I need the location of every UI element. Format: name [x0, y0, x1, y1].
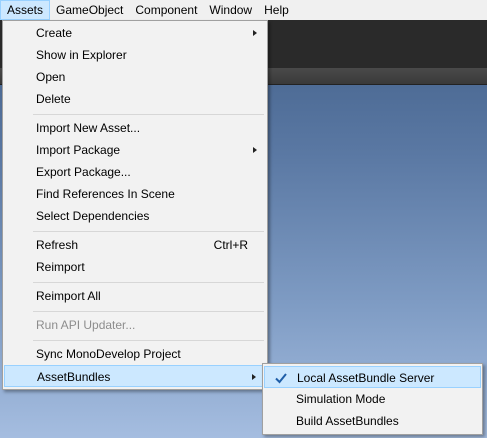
menu-separator: [33, 114, 264, 115]
checkmark-icon: [275, 373, 287, 384]
submenu-arrow-icon: [253, 147, 257, 153]
menu-item-select-dependencies[interactable]: Select Dependencies: [4, 205, 266, 227]
menu-item-label: Import New Asset...: [36, 121, 141, 135]
menu-bar: Assets GameObject Component Window Help: [0, 0, 487, 21]
assetbundles-submenu: Local AssetBundle Server Simulation Mode…: [262, 363, 483, 435]
menu-separator: [33, 340, 264, 341]
menu-item-import-package[interactable]: Import Package: [4, 139, 266, 161]
submenu-arrow-icon: [252, 374, 256, 380]
menu-item-find-references[interactable]: Find References In Scene: [4, 183, 266, 205]
menu-item-label: Create: [36, 26, 73, 40]
menu-item-reimport-all[interactable]: Reimport All: [4, 285, 266, 307]
menu-item-label: Select Dependencies: [36, 209, 150, 223]
menu-gameobject[interactable]: GameObject: [50, 0, 129, 20]
menu-window[interactable]: Window: [203, 0, 258, 20]
menu-item-build-assetbundles[interactable]: Build AssetBundles: [264, 410, 481, 432]
menu-item-label: Run API Updater...: [36, 318, 136, 332]
menu-item-label: Refresh: [36, 238, 79, 252]
menu-item-label: Export Package...: [36, 165, 131, 179]
menu-item-assetbundles[interactable]: AssetBundles: [4, 365, 266, 387]
menu-item-import-new-asset[interactable]: Import New Asset...: [4, 117, 266, 139]
menu-item-label: Local AssetBundle Server: [297, 371, 435, 385]
menu-item-delete[interactable]: Delete: [4, 88, 266, 110]
menu-item-shortcut: Ctrl+R: [213, 238, 248, 252]
menu-item-label: Show in Explorer: [36, 48, 127, 62]
menu-separator: [33, 231, 264, 232]
menu-item-label: Reimport: [36, 260, 85, 274]
menu-separator: [33, 311, 264, 312]
menu-item-local-assetbundle-server[interactable]: Local AssetBundle Server: [264, 366, 481, 388]
submenu-arrow-icon: [253, 30, 257, 36]
menu-item-run-api-updater: Run API Updater...: [4, 314, 266, 336]
menu-item-label: Open: [36, 70, 66, 84]
menu-item-refresh[interactable]: Refresh Ctrl+R: [4, 234, 266, 256]
menu-item-label: Simulation Mode: [296, 392, 386, 406]
menu-item-create[interactable]: Create: [4, 22, 266, 44]
menu-item-label: Delete: [36, 92, 71, 106]
menu-item-label: Build AssetBundles: [296, 414, 399, 428]
menu-item-label: Reimport All: [36, 289, 101, 303]
menu-item-reimport[interactable]: Reimport: [4, 256, 266, 278]
assets-dropdown-menu: Create Show in Explorer Open Delete Impo…: [2, 20, 268, 390]
menu-item-label: AssetBundles: [37, 370, 111, 384]
menu-item-sync-monodevelop[interactable]: Sync MonoDevelop Project: [4, 343, 266, 365]
menu-item-label: Sync MonoDevelop Project: [36, 347, 181, 361]
menu-separator: [33, 282, 264, 283]
menu-item-open[interactable]: Open: [4, 66, 266, 88]
menu-item-label: Find References In Scene: [36, 187, 175, 201]
menu-item-simulation-mode[interactable]: Simulation Mode: [264, 388, 481, 410]
menu-item-export-package[interactable]: Export Package...: [4, 161, 266, 183]
menu-assets[interactable]: Assets: [0, 0, 51, 20]
menu-component[interactable]: Component: [129, 0, 203, 20]
menu-help[interactable]: Help: [258, 0, 295, 20]
menu-item-show-in-explorer[interactable]: Show in Explorer: [4, 44, 266, 66]
menu-item-label: Import Package: [36, 143, 121, 157]
